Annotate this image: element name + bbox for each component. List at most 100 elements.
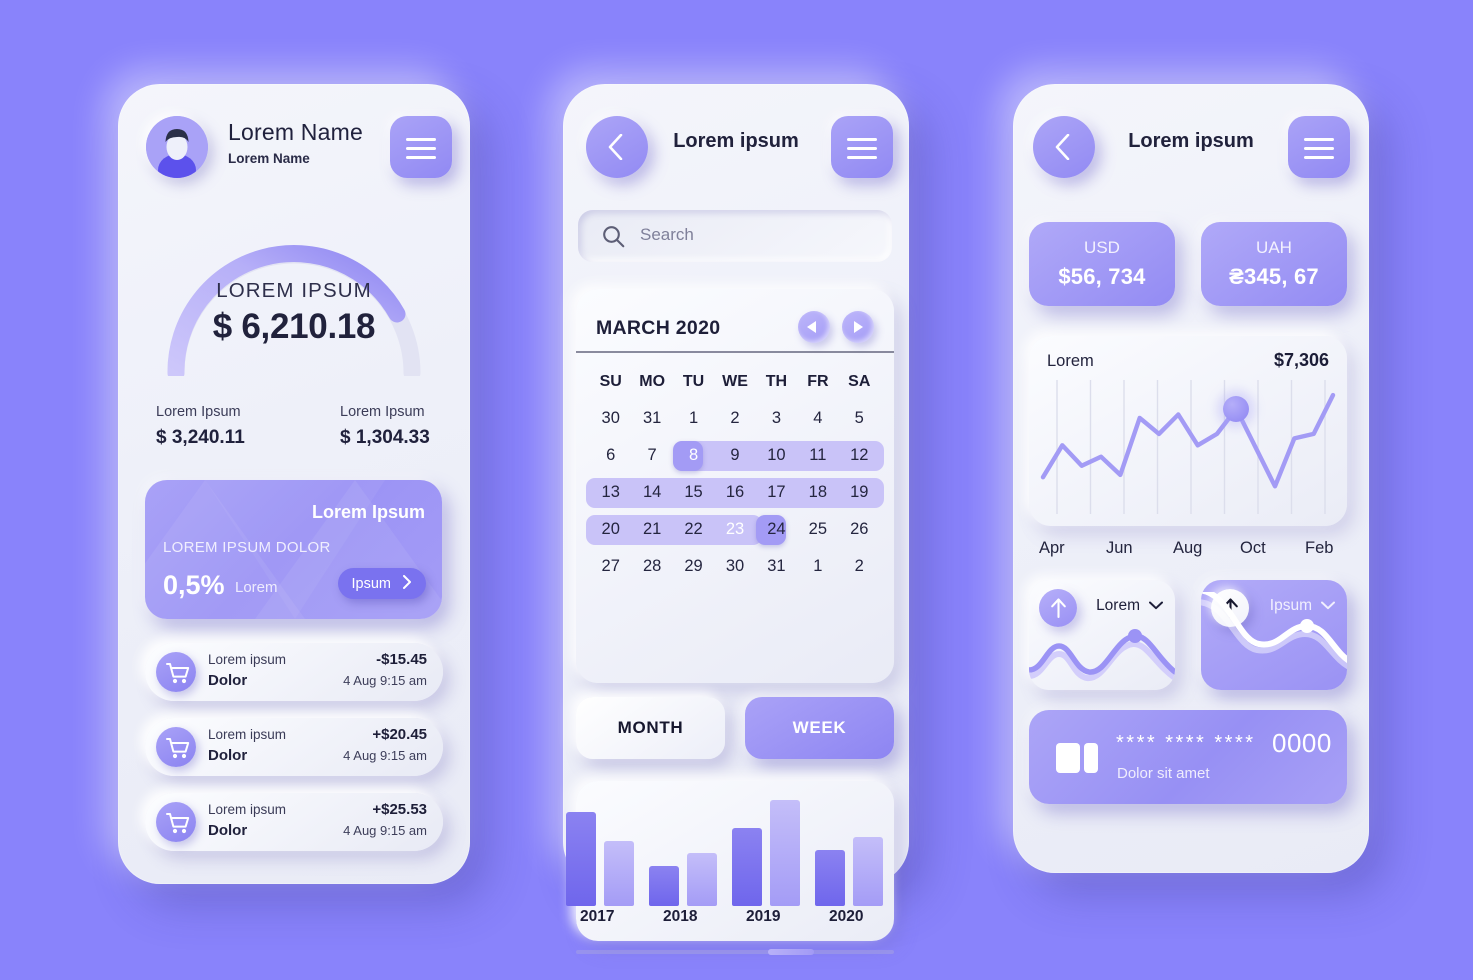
- calendar-widget: MARCH 2020 SU MO TU WE TH FR SA 30 31 1: [576, 289, 894, 683]
- triangle-left-icon: [807, 321, 816, 333]
- line-chart-title: Lorem: [1047, 352, 1094, 370]
- line-axis-label: Feb: [1305, 539, 1334, 557]
- tab-week[interactable]: WEEK: [745, 697, 894, 759]
- calendar-day[interactable]: 27: [590, 557, 631, 576]
- calendar-week-row: 27 28 29 30 31 1 2: [590, 548, 880, 585]
- bar[interactable]: [687, 852, 717, 906]
- calendar-day-selected-end[interactable]: 23: [714, 520, 755, 539]
- bar[interactable]: [853, 837, 883, 906]
- tab-month[interactable]: MONTH: [576, 697, 725, 759]
- bar[interactable]: [815, 849, 845, 906]
- line-axis-label: Oct: [1240, 539, 1266, 557]
- calendar-day[interactable]: 30: [590, 409, 631, 428]
- txn-amount: +$20.45: [372, 726, 427, 743]
- table-row[interactable]: Lorem ipsum Dolor +$20.45 4 Aug 9:15 am: [145, 718, 443, 776]
- calendar-day[interactable]: 12: [839, 446, 880, 465]
- weekday: WE: [722, 372, 748, 390]
- txn-title: Lorem ipsum: [208, 802, 287, 817]
- hamburger-menu-icon[interactable]: [1288, 116, 1350, 178]
- bar-chart-plot: [566, 781, 894, 906]
- bar-chart-axis-labels: 2017 2018 2019 2020: [576, 908, 894, 932]
- calendar-day[interactable]: 15: [673, 483, 714, 502]
- table-row[interactable]: Lorem ipsum Dolor -$15.45 4 Aug 9:15 am: [145, 643, 443, 701]
- calendar-next-button[interactable]: [842, 311, 874, 343]
- bar[interactable]: [566, 811, 596, 906]
- stat-right: Lorem Ipsum $ 1,304.33: [340, 404, 430, 449]
- calendar-day[interactable]: 1: [797, 557, 838, 576]
- calendar-day[interactable]: 24: [756, 520, 797, 539]
- mini-chart-card-lorem[interactable]: Lorem: [1029, 580, 1175, 690]
- weekday: FR: [807, 372, 829, 390]
- line-chart-card: Lorem $7,306: [1029, 336, 1347, 526]
- chevron-right-icon: [403, 574, 412, 593]
- hamburger-menu-icon[interactable]: [831, 116, 893, 178]
- calendar-weekday-row: SU MO TU WE TH FR SA: [590, 363, 880, 400]
- calendar-day[interactable]: 6: [590, 446, 631, 465]
- screen-calendar: Lorem ipsum Search MARCH 2020 SU MO TU W…: [563, 84, 909, 955]
- calendar-day[interactable]: 25: [797, 520, 838, 539]
- calendar-day[interactable]: 18: [797, 483, 838, 502]
- line-chart-highlight-dot[interactable]: [1223, 395, 1250, 422]
- bar-group: [815, 837, 883, 906]
- calendar-day[interactable]: 31: [631, 409, 672, 428]
- line-series: [1040, 392, 1336, 489]
- txn-timestamp: 4 Aug 9:15 am: [343, 748, 427, 763]
- search-input[interactable]: Search: [578, 210, 892, 262]
- payment-card[interactable]: **** **** **** 0000 Dolor sit amet: [1029, 710, 1347, 804]
- calendar-day[interactable]: 14: [631, 483, 672, 502]
- calendar-day[interactable]: 11: [797, 446, 838, 465]
- user-subtitle: Lorem Name: [228, 151, 310, 166]
- calendar-day[interactable]: 16: [714, 483, 755, 502]
- divider: [576, 351, 894, 353]
- calendar-day[interactable]: 7: [631, 446, 672, 465]
- currency-card-uah[interactable]: UAH ₴345, 67: [1201, 222, 1347, 306]
- calendar-day[interactable]: 19: [839, 483, 880, 502]
- scrollbar[interactable]: [576, 949, 894, 955]
- calendar-day-selected-start[interactable]: 8: [673, 446, 714, 465]
- bar-chart-card: 2017 2018 2019 2020: [566, 781, 894, 941]
- calendar-day[interactable]: 2: [839, 557, 880, 576]
- bar[interactable]: [649, 865, 679, 906]
- promo-card[interactable]: Lorem Ipsum LOREM IPSUM DOLOR 0,5% Lorem…: [145, 480, 442, 619]
- user-avatar-icon[interactable]: [146, 116, 208, 178]
- calendar-day[interactable]: 26: [839, 520, 880, 539]
- search-icon: [603, 226, 625, 248]
- bar[interactable]: [732, 828, 762, 906]
- calendar-day[interactable]: 1: [673, 409, 714, 428]
- calendar-day[interactable]: 22: [673, 520, 714, 539]
- calendar-day[interactable]: 30: [714, 557, 755, 576]
- table-row[interactable]: Lorem ipsum Dolor +$25.53 4 Aug 9:15 am: [145, 793, 443, 851]
- calendar-day[interactable]: 28: [631, 557, 672, 576]
- calendar-day[interactable]: 9: [714, 446, 755, 465]
- calendar-day[interactable]: 3: [756, 409, 797, 428]
- calendar-day[interactable]: 17: [756, 483, 797, 502]
- calendar-day[interactable]: 10: [756, 446, 797, 465]
- bar-axis-label: 2019: [746, 908, 781, 925]
- calendar-week-row: 6 7 8 9 10 11 12: [590, 437, 884, 474]
- currency-card-usd[interactable]: USD $56, 734: [1029, 222, 1175, 306]
- line-axis-label: Apr: [1039, 539, 1065, 557]
- bar[interactable]: [770, 799, 800, 906]
- txn-category: Dolor: [208, 747, 248, 764]
- txn-timestamp: 4 Aug 9:15 am: [343, 673, 427, 688]
- mini-chart-card-ipsum[interactable]: Ipsum: [1201, 580, 1347, 690]
- mini-card-dropdown[interactable]: Lorem: [1096, 597, 1163, 615]
- calendar-prev-button[interactable]: [798, 311, 830, 343]
- txn-amount: +$25.53: [372, 801, 427, 818]
- calendar-day[interactable]: 4: [797, 409, 838, 428]
- calendar-day[interactable]: 2: [714, 409, 755, 428]
- balance-gauge: LOREM IPSUM $ 6,210.18: [158, 201, 430, 376]
- shopping-cart-icon: [156, 802, 196, 842]
- calendar-day[interactable]: 20: [590, 520, 631, 539]
- bar[interactable]: [604, 841, 634, 906]
- promo-action-button[interactable]: Ipsum: [337, 568, 426, 599]
- calendar-day[interactable]: 21: [631, 520, 672, 539]
- mini-sparkline: [1201, 592, 1347, 670]
- gauge-label: LOREM IPSUM: [216, 279, 372, 302]
- bar-axis-label: 2020: [829, 908, 864, 925]
- calendar-day[interactable]: 13: [590, 483, 631, 502]
- calendar-day[interactable]: 29: [673, 557, 714, 576]
- hamburger-menu-icon[interactable]: [390, 116, 452, 178]
- calendar-day[interactable]: 5: [839, 409, 880, 428]
- calendar-day[interactable]: 31: [756, 557, 797, 576]
